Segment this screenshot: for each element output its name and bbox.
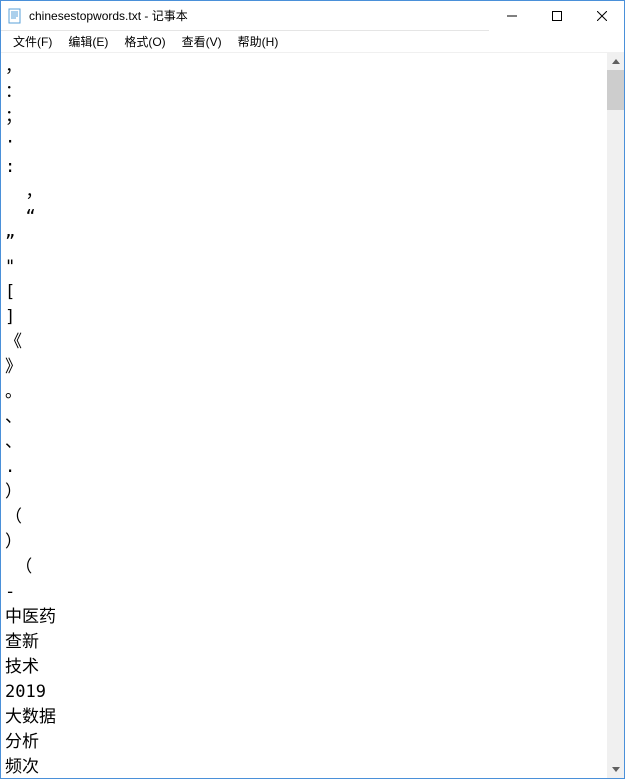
notepad-icon [7, 8, 23, 24]
close-button[interactable] [579, 1, 624, 31]
menubar: 文件(F) 编辑(E) 格式(O) 查看(V) 帮助(H) [1, 31, 624, 53]
menu-file[interactable]: 文件(F) [5, 31, 60, 52]
scroll-down-button[interactable] [607, 761, 624, 778]
menu-format[interactable]: 格式(O) [116, 31, 173, 52]
text-content[interactable]: ， ： ； · : ， “ ” " [ ] 《 》 。 、 、 . ） （ ） … [1, 53, 607, 778]
vertical-scrollbar[interactable] [607, 53, 624, 778]
client-area: ， ： ； · : ， “ ” " [ ] 《 》 。 、 、 . ） （ ） … [1, 53, 624, 778]
scroll-thumb[interactable] [607, 70, 624, 110]
notepad-window: chinesestopwords.txt - 记事本 文件(F) 编辑(E) 格… [0, 0, 625, 779]
scroll-track[interactable] [607, 70, 624, 761]
menu-help[interactable]: 帮助(H) [230, 31, 287, 52]
menu-edit[interactable]: 编辑(E) [60, 31, 116, 52]
chevron-up-icon [612, 59, 620, 64]
menu-view[interactable]: 查看(V) [174, 31, 230, 52]
minimize-button[interactable] [489, 1, 534, 31]
scroll-up-button[interactable] [607, 53, 624, 70]
maximize-button[interactable] [534, 1, 579, 31]
window-title: chinesestopwords.txt - 记事本 [29, 7, 489, 24]
window-controls [489, 1, 624, 30]
chevron-down-icon [612, 767, 620, 772]
titlebar[interactable]: chinesestopwords.txt - 记事本 [1, 1, 624, 31]
